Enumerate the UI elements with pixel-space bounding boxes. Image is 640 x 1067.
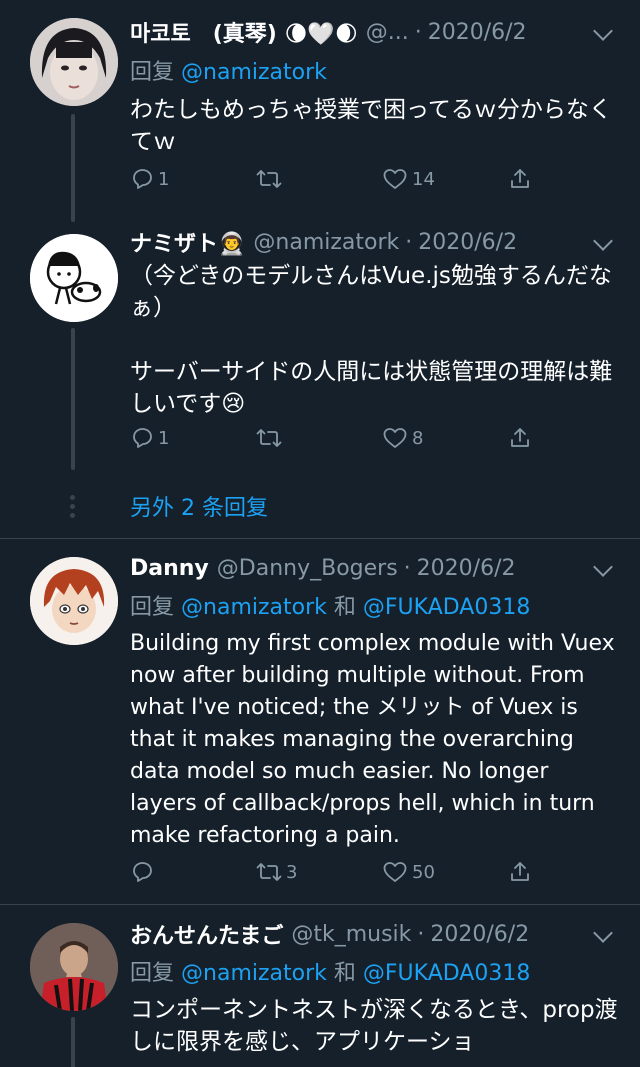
tweet-header: Danny @Danny_Bogers · 2020/6/2 [130, 552, 590, 584]
tweet-date[interactable]: 2020/6/2 [418, 230, 517, 255]
retweet-button[interactable] [256, 426, 286, 450]
avatar-onsentamago[interactable] [30, 923, 118, 1011]
reply-count: 1 [158, 168, 170, 190]
share-icon [511, 169, 529, 188]
chevron-down-icon[interactable] [593, 231, 613, 251]
more-replies-link[interactable]: 另外 2 条回复 [130, 490, 268, 522]
reply-prefix: 回复 [130, 60, 175, 85]
display-name[interactable]: おんせんたまご [130, 918, 283, 950]
reply-icon [133, 428, 152, 448]
tweet-danny[interactable]: Danny @Danny_Bogers · 2020/6/2 回复 @namiz… [0, 539, 640, 904]
separator-dot: · [403, 555, 411, 581]
tweet-text: （今どきのモデルさんはVue.js勉強するんだなぁ） サーバーサイドの人間には状… [130, 260, 620, 420]
reply-conjunction: 和 [333, 961, 356, 986]
tweet-text: Building my first complex module with Vu… [130, 631, 615, 848]
retweet-count: 3 [286, 861, 298, 883]
thread-line [71, 328, 75, 470]
mention-link[interactable]: @FUKADA0318 [363, 595, 530, 620]
separator-dot: · [405, 229, 413, 255]
mention-link[interactable]: @namizatork [181, 595, 327, 620]
share-button[interactable] [508, 426, 532, 450]
reply-count: 1 [158, 427, 170, 449]
share-icon [511, 428, 529, 447]
reply-conjunction: 和 [333, 595, 356, 620]
share-button[interactable] [508, 860, 532, 884]
display-name[interactable]: 마코토 (真琴) 🌘🤍🌒 [130, 16, 358, 48]
share-button[interactable] [508, 167, 532, 191]
retweet-button[interactable] [256, 167, 286, 191]
retweet-button[interactable]: 3 [256, 860, 297, 884]
reply-icon [133, 862, 152, 882]
chevron-down-icon[interactable] [593, 21, 613, 41]
tweet-namizato[interactable]: ナミザト👨‍🚀 @namizatork · 2020/6/2 （今どきのモデルさ… [0, 222, 640, 480]
chevron-down-icon[interactable] [593, 557, 613, 577]
reply-icon [133, 169, 152, 189]
mention-link[interactable]: @namizatork [181, 961, 327, 986]
like-button[interactable]: 50 [382, 860, 435, 884]
reply-button[interactable]: 1 [130, 167, 169, 191]
tweet-date[interactable]: 2020/6/2 [417, 556, 516, 581]
like-icon [383, 862, 407, 882]
like-icon [383, 169, 407, 189]
reply-context: 回复 @namizatork 和 @FUKADA0318 [130, 955, 530, 987]
tweet-actions: 1 8 [130, 426, 550, 460]
user-handle[interactable]: @... [366, 20, 409, 45]
like-count: 14 [412, 168, 435, 190]
tweet-text-line: サーバーサイドの人間には状態管理の理解は難しいです😢 [130, 359, 613, 417]
mention-link[interactable]: @namizatork [181, 60, 327, 85]
avatar-namizato[interactable] [30, 234, 118, 322]
tweet-onsentamago[interactable]: おんせんたまご @tk_musik · 2020/6/2 回复 @namizat… [0, 905, 640, 1067]
reply-button[interactable]: 1 [130, 426, 169, 450]
more-replies-dots [69, 495, 77, 522]
separator-dot: · [414, 19, 422, 45]
thread-line [71, 114, 75, 222]
share-icon [511, 862, 529, 881]
user-handle[interactable]: @tk_musik [291, 922, 411, 947]
tweet-actions: 3 50 [130, 860, 550, 894]
separator-dot: · [417, 921, 425, 947]
tweet-text-line: （今どきのモデルさんはVue.js勉強するんだなぁ） [130, 263, 612, 321]
retweet-icon [256, 170, 282, 188]
retweet-icon [256, 429, 282, 447]
avatar-makoto[interactable] [30, 18, 118, 106]
tweet-header: おんせんたまご @tk_musik · 2020/6/2 [130, 918, 590, 950]
like-count: 8 [412, 427, 424, 449]
reply-context: 回复 @namizatork [130, 54, 327, 86]
reply-context: 回复 @namizatork 和 @FUKADA0318 [130, 589, 530, 621]
display-name[interactable]: ナミザト👨‍🚀 [130, 226, 245, 258]
retweet-icon [256, 863, 282, 881]
like-icon [383, 428, 407, 448]
mention-link[interactable]: @FUKADA0318 [363, 961, 530, 986]
user-handle[interactable]: @Danny_Bogers [217, 556, 398, 581]
avatar-danny[interactable] [30, 557, 118, 645]
display-name[interactable]: Danny [130, 556, 209, 581]
user-handle[interactable]: @namizatork [253, 230, 399, 255]
tweet-actions: 1 14 [130, 167, 550, 201]
thread-line [71, 1017, 75, 1067]
tweet-makoto[interactable]: 마코토 (真琴) 🌘🤍🌒 @... · 2020/6/2 回复 @namizat… [0, 0, 640, 230]
like-count: 50 [412, 861, 435, 883]
reply-button[interactable] [130, 860, 158, 884]
reply-prefix: 回复 [130, 595, 175, 620]
tweet-header: 마코토 (真琴) 🌘🤍🌒 @... · 2020/6/2 [130, 16, 590, 48]
like-button[interactable]: 14 [382, 167, 435, 191]
tweet-header: ナミザト👨‍🚀 @namizatork · 2020/6/2 [130, 226, 590, 258]
tweet-text: わたしもめっちゃ授業で困ってるｗ分からなくてｗ [130, 97, 612, 155]
tweet-date[interactable]: 2020/6/2 [428, 20, 527, 45]
tweet-text: コンポーネントネストが深くなるとき、prop渡しに限界を感じ、アプリケーショ [130, 997, 618, 1055]
reply-prefix: 回复 [130, 961, 175, 986]
tweet-date[interactable]: 2020/6/2 [430, 922, 529, 947]
tweet-text-blank [130, 324, 620, 356]
like-button[interactable]: 8 [382, 426, 423, 450]
chevron-down-icon[interactable] [593, 923, 613, 943]
